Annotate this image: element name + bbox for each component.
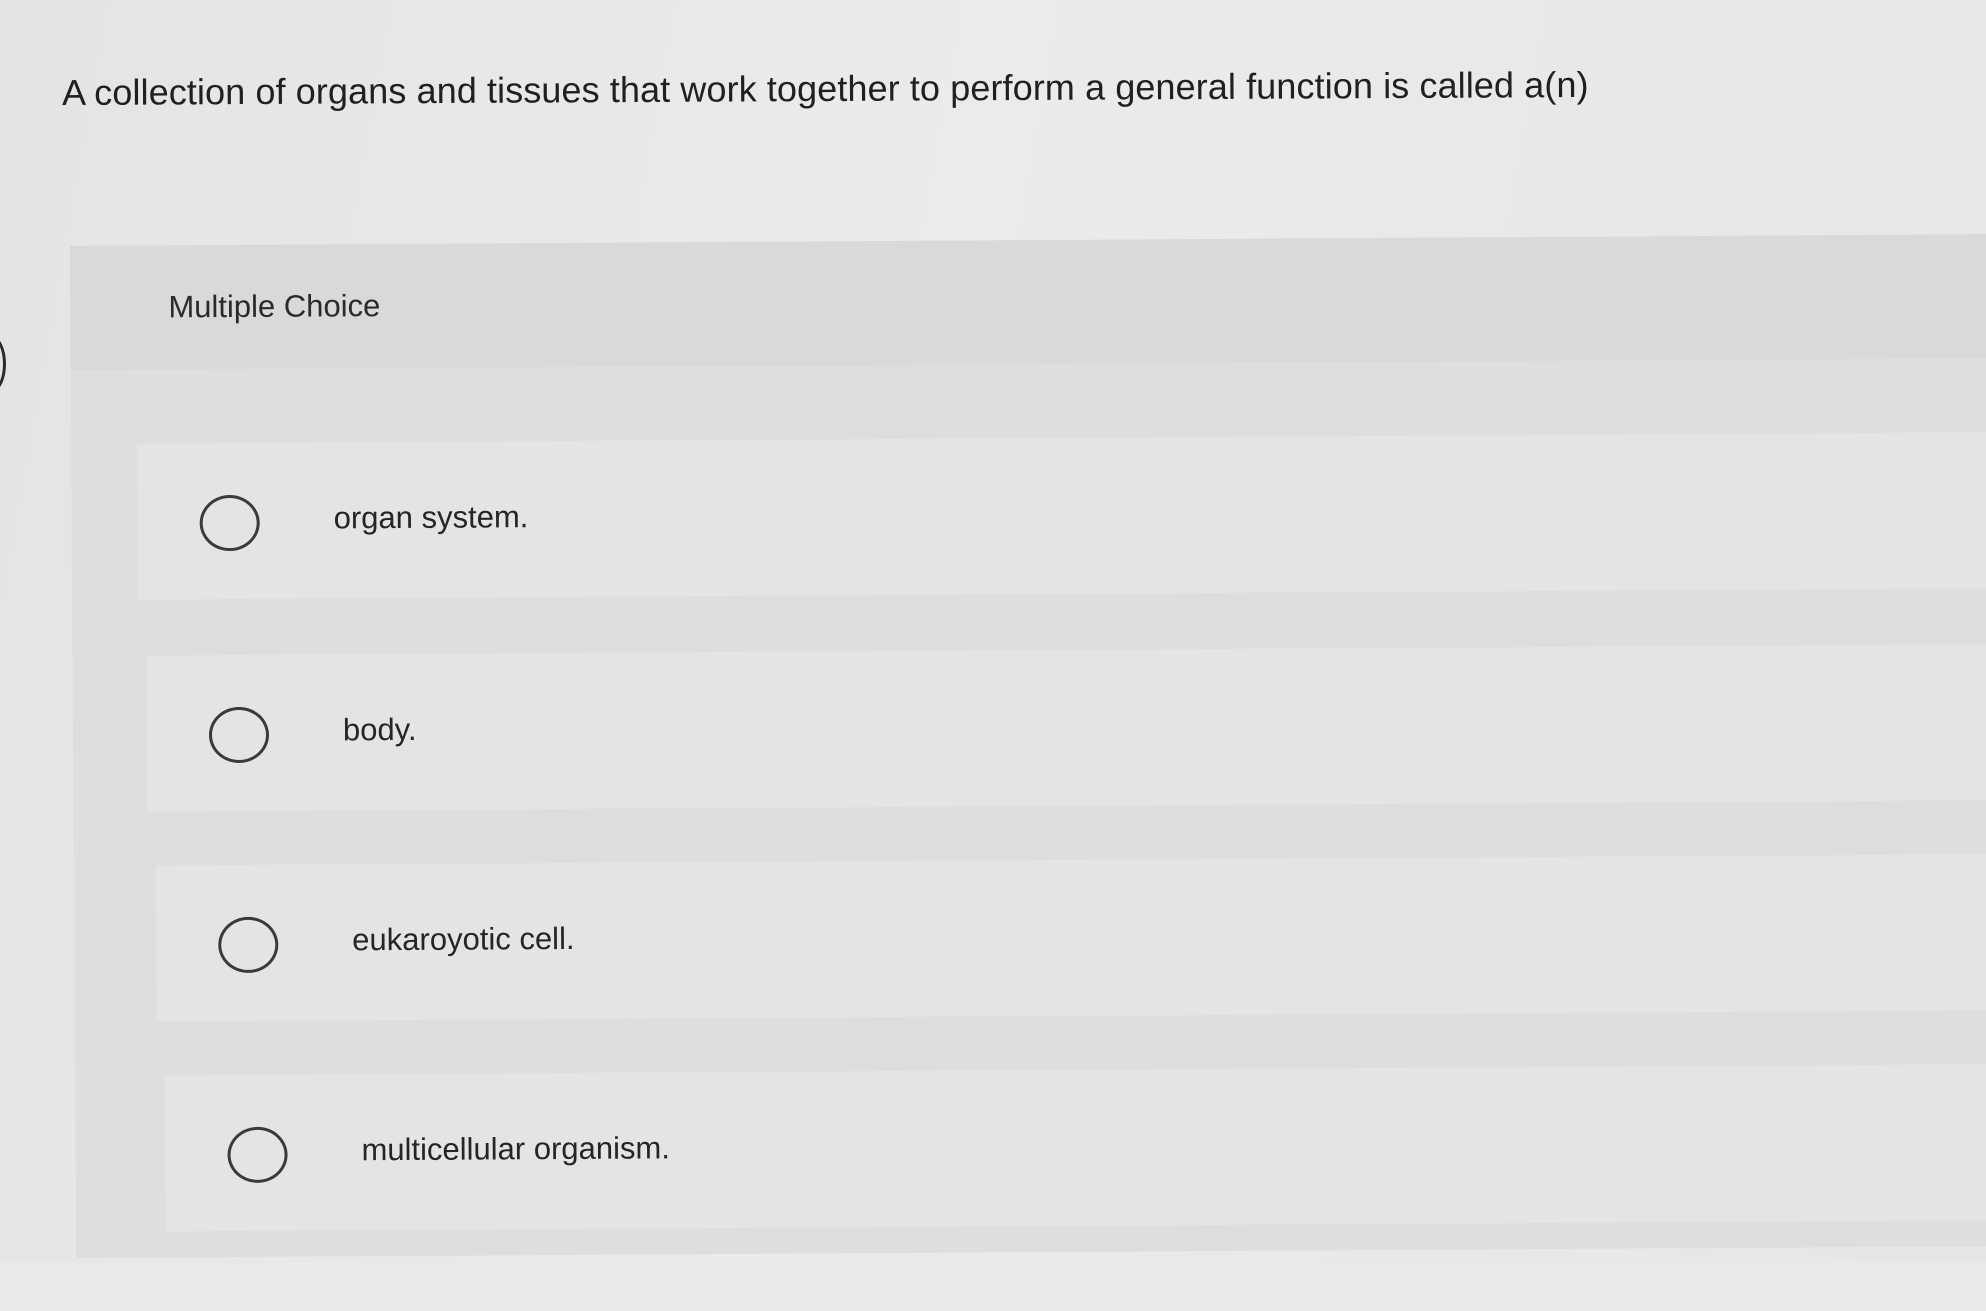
radio-button-icon[interactable] [218, 916, 279, 974]
answer-option-label: organ system. [333, 499, 529, 536]
question-text: A collection of organs and tissues that … [61, 64, 1589, 113]
answer-option-body[interactable]: body. [146, 644, 1986, 812]
answer-option-label: eukaroyotic cell. [352, 920, 575, 958]
radio-button-icon[interactable] [227, 1126, 288, 1184]
answer-option-multicellular-organism[interactable]: multicellular organism. [165, 1064, 1986, 1232]
multiple-choice-label: Multiple Choice [168, 288, 381, 325]
answer-option-organ-system[interactable]: organ system. [137, 432, 1986, 600]
answer-option-label: body. [342, 711, 417, 748]
radio-button-icon[interactable] [199, 494, 260, 552]
answer-option-label: multicellular organism. [361, 1130, 671, 1168]
page-footer-area [0, 1262, 1986, 1311]
multiple-choice-header: Multiple Choice [70, 234, 1986, 370]
radio-button-icon[interactable] [208, 706, 270, 764]
answer-option-eukaroyotic-cell[interactable]: eukaroyotic cell. [155, 854, 1986, 1022]
multiple-choice-panel: Multiple Choice organ system. body. euka… [70, 234, 1986, 1258]
